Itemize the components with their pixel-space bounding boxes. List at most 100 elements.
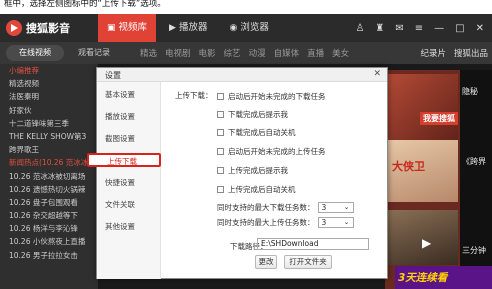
settings-dialog: 设置 ✕ 基本设置 播放设置 截图设置 上传下载 快捷设置 文件关联 其他设置 … (87, 67, 388, 279)
category-nav: 精选 电视剧 电影 综艺 动漫 自媒体 直播 美女 (140, 47, 349, 59)
max-upload-row: 同时支持的最大上传任务数： 3 ⌄ (217, 217, 354, 228)
nav-item[interactable]: 精选 (140, 47, 157, 59)
sidebar-item[interactable]: 十二道锋味第三季 (0, 117, 98, 130)
nav-item[interactable]: 美女 (332, 47, 349, 59)
right-strip-text[interactable]: 三分钟 (462, 245, 486, 256)
sidebar-item[interactable]: 10.26 范冰冰被切离场 (0, 170, 98, 183)
maximize-icon[interactable]: □ (455, 23, 464, 34)
sidebar-item[interactable]: 好家伙 (0, 104, 98, 117)
sidebar-item[interactable]: 10.26 杨洋与李沁锋 (0, 222, 98, 235)
option-row[interactable]: 下载完成后提示我 (217, 109, 288, 120)
settings-nav-file-association[interactable]: 文件关联 (97, 198, 161, 212)
instruction-text: 框中，选择左侧图标中的“上传下载”选项。 (0, 0, 492, 14)
app-title: 搜狐影音 (26, 22, 70, 35)
settings-nav: 基本设置 播放设置 截图设置 上传下载 快捷设置 文件关联 其他设置 (87, 82, 161, 279)
thumbnail-badge: 我要搜狐 (420, 112, 458, 125)
sidebar-item[interactable]: 10.26 遗憾热切火锅辣 (0, 183, 98, 196)
sidebar-item[interactable]: 10.26 杂交超越等下 (0, 209, 98, 222)
dialog-title-bar: 设置 ✕ (97, 68, 387, 82)
sidebar-item[interactable]: 10.26 男子拉拉女击 (0, 249, 98, 262)
sidebar-item[interactable]: 跨界歌王 (0, 143, 98, 156)
sidebar-item[interactable]: THE KELLY SHOW第3 (0, 130, 98, 143)
user-icon[interactable]: ♙ (355, 23, 364, 34)
max-download-label: 同时支持的最大下载任务数： (217, 203, 315, 212)
close-icon[interactable]: ✕ (373, 69, 381, 79)
option-label: 启动后开始未完成的下载任务 (228, 92, 326, 101)
option-row[interactable]: 启动后开始未完成的上传任务 (217, 146, 326, 157)
sidebar-item[interactable]: 小编推荐 (0, 64, 98, 77)
nav-item-documentary[interactable]: 纪录片 (420, 47, 446, 59)
change-button[interactable]: 更改 (255, 255, 277, 269)
watch-history-link[interactable]: 观看记录 (78, 47, 110, 58)
checkbox[interactable] (217, 148, 224, 155)
checkbox[interactable] (217, 167, 224, 174)
close-icon[interactable]: ✕ (476, 23, 484, 34)
max-upload-label: 同时支持的最大上传任务数： (217, 218, 315, 227)
tab-player[interactable]: ▶ 播放器 (160, 14, 216, 42)
app-logo: 搜狐影音 (6, 20, 94, 36)
section-label: 上传下载： (175, 91, 213, 100)
settings-nav-other[interactable]: 其他设置 (97, 220, 161, 234)
option-row[interactable]: 上传完成后自动关机 (217, 184, 296, 195)
next-arrow-icon[interactable]: ▶ (422, 236, 431, 250)
settings-nav-screenshot[interactable]: 截图设置 (97, 132, 161, 146)
option-label: 上传完成后自动关机 (228, 185, 296, 194)
checkbox[interactable] (217, 111, 224, 118)
nav-item[interactable]: 电影 (199, 47, 216, 59)
right-strip (460, 70, 492, 289)
dialog-title: 设置 (105, 71, 121, 80)
tab-video-library[interactable]: ▣ 视频库 (98, 14, 157, 42)
thumbnail-title: 大侠卫 (392, 160, 425, 173)
option-row[interactable]: 上传完成后提示我 (217, 165, 288, 176)
window-controls: ♙ ♜ ✉ ≡ — □ ✕ (355, 14, 484, 42)
sohu-logo-icon (6, 20, 22, 36)
title-bar: 搜狐影音 ▣ 视频库 ▶ 播放器 ◉ 浏览器 ♙ ♜ ✉ ≡ — □ ✕ (0, 14, 492, 42)
option-label: 下载完成后提示我 (228, 110, 288, 119)
checkbox[interactable] (217, 129, 224, 136)
minimize-icon[interactable]: — (434, 23, 444, 34)
category-nav-right: 纪录片 搜狐出品 (420, 47, 488, 59)
nav-item[interactable]: 电视剧 (165, 47, 191, 59)
nav-item[interactable]: 动漫 (249, 47, 266, 59)
settings-nav-upload-download[interactable]: 上传下载 (87, 153, 161, 167)
max-download-select[interactable]: 3 ⌄ (317, 202, 354, 213)
shirt-icon[interactable]: ♜ (375, 23, 384, 34)
menu-icon[interactable]: ≡ (415, 23, 423, 34)
sidebar-item[interactable]: 精选视频 (0, 77, 98, 90)
nav-item[interactable]: 直播 (307, 47, 324, 59)
checkbox[interactable] (217, 93, 224, 100)
download-path-input[interactable]: E:\SHDownload (257, 238, 369, 250)
sidebar-item[interactable]: 10.26 小伙熬夜上直播 (0, 235, 98, 248)
sidebar-item[interactable]: 法医秦明 (0, 90, 98, 103)
max-download-row: 同时支持的最大下载任务数： 3 ⌄ (217, 202, 354, 213)
sidebar: 小编推荐 精选视频 法医秦明 好家伙 十二道锋味第三季 THE KELLY SH… (0, 64, 98, 289)
checkbox[interactable] (217, 186, 224, 193)
option-label: 启动后开始未完成的上传任务 (228, 147, 326, 156)
right-strip-text[interactable]: 隐秘 (462, 86, 478, 97)
option-row[interactable]: 启动后开始未完成的下载任务 (217, 91, 326, 102)
online-video-button[interactable]: 在线视频 (6, 45, 64, 61)
video-icon: ▣ (107, 23, 116, 33)
sub-navigation: 在线视频 观看记录 精选 电视剧 电影 综艺 动漫 自媒体 直播 美女 纪录片 … (0, 42, 492, 64)
player-icon: ▶ (169, 23, 176, 33)
chevron-down-icon: ⌄ (343, 218, 350, 226)
tab-browser[interactable]: ◉ 浏览器 (220, 14, 277, 42)
promo-banner-text: 3天连续看 (398, 272, 448, 284)
option-label: 下载完成后自动关机 (228, 128, 296, 137)
right-strip-text[interactable]: 《跨界 (462, 156, 486, 167)
sidebar-item[interactable]: 新闻热点(10.26 范冰冰被... (0, 156, 98, 169)
settings-nav-basic[interactable]: 基本设置 (97, 88, 161, 102)
nav-item[interactable]: 综艺 (224, 47, 241, 59)
max-upload-select[interactable]: 3 ⌄ (317, 217, 354, 228)
chevron-down-icon: ⌄ (343, 203, 350, 211)
mail-icon[interactable]: ✉ (395, 23, 403, 34)
nav-item[interactable]: 自媒体 (274, 47, 300, 59)
sidebar-item[interactable]: 10.26 盘子包围观看 (0, 196, 98, 209)
settings-nav-playback[interactable]: 播放设置 (97, 110, 161, 124)
open-folder-button[interactable]: 打开文件夹 (284, 255, 332, 269)
browser-icon: ◉ (229, 23, 238, 33)
settings-nav-shortcuts[interactable]: 快捷设置 (97, 176, 161, 190)
nav-item-sohu-original[interactable]: 搜狐出品 (454, 47, 488, 59)
option-row[interactable]: 下载完成后自动关机 (217, 127, 296, 138)
option-label: 上传完成后提示我 (228, 166, 288, 175)
